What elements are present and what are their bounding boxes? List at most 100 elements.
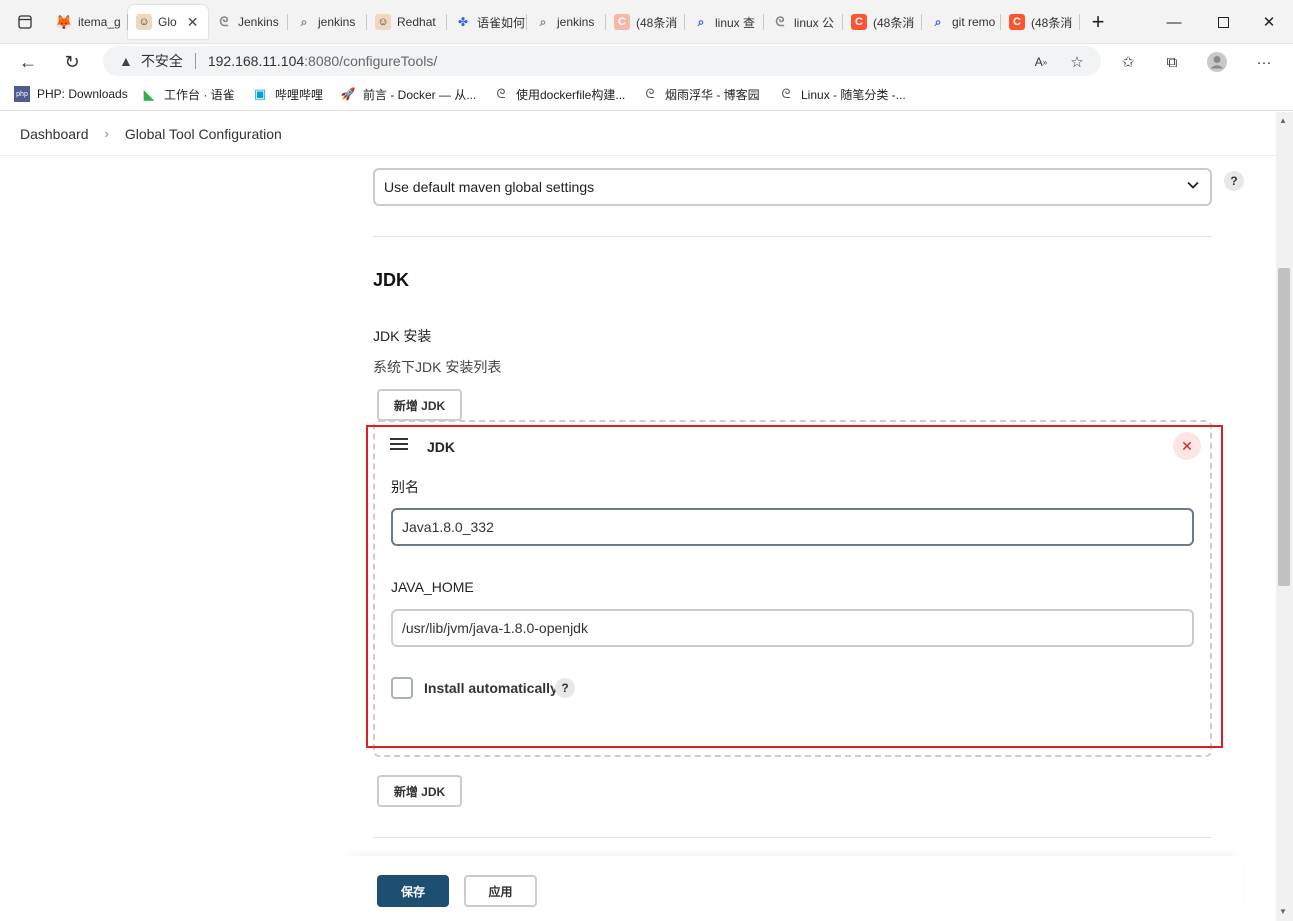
- apply-button[interactable]: 应用: [464, 875, 537, 907]
- close-icon[interactable]: ✕: [1173, 432, 1201, 460]
- bookmark-label: 使用dockerfile构建...: [516, 87, 626, 102]
- back-icon[interactable]: ←: [14, 48, 42, 76]
- address-bar-row: ← ↻ ▲ 不安全 192.168.11.104:8080/configureT…: [0, 44, 1293, 78]
- browser-tab[interactable]: ⌕ jenkins: [288, 5, 367, 39]
- gitlab-icon: 🦊: [55, 13, 73, 30]
- bookmark-item[interactable]: ᘓ Linux - 随笔分类 -...: [778, 84, 906, 104]
- cnblogs-icon: ᘓ: [645, 86, 655, 101]
- read-aloud-icon[interactable]: A»: [1029, 50, 1053, 74]
- bookmark-label: 烟雨浮华 - 博客园: [665, 87, 760, 102]
- bookmark-label: PHP: Downloads: [37, 87, 128, 101]
- drag-handle-icon[interactable]: [390, 438, 408, 452]
- browser-tab[interactable]: C (48条消: [606, 5, 685, 39]
- add-jdk-button[interactable]: 新增 JDK: [377, 389, 462, 421]
- close-window-icon[interactable]: ✕: [1257, 10, 1281, 34]
- jenkins-icon: ☺: [136, 14, 152, 30]
- search-icon: ⌕: [697, 14, 705, 29]
- favorites-icon[interactable]: ✩: [1116, 50, 1140, 74]
- bookmark-label: Linux - 随笔分类 -...: [801, 87, 906, 102]
- address-bar[interactable]: ▲ 不安全 192.168.11.104:8080/configureTools…: [103, 46, 1101, 76]
- bookmark-label: 前言 - Docker — 从...: [363, 87, 477, 102]
- alias-input[interactable]: Java1.8.0_332: [391, 508, 1194, 546]
- tab-label: jenkins: [318, 15, 356, 29]
- paw-icon: ✤: [457, 15, 469, 29]
- profile-icon[interactable]: [1205, 50, 1229, 74]
- tab-actions-icon[interactable]: [13, 10, 37, 34]
- browser-tab[interactable]: ⌕ git remo: [922, 5, 1001, 39]
- tab-label: (48条消: [1031, 15, 1073, 30]
- csdn-icon: C: [851, 14, 867, 30]
- minimize-icon[interactable]: —: [1162, 10, 1186, 34]
- maximize-icon[interactable]: [1211, 10, 1235, 34]
- browser-tab[interactable]: ᘓ Jenkins: [208, 5, 288, 39]
- jenkins-swirl-icon: ᘓ: [219, 14, 229, 29]
- help-icon[interactable]: ?: [555, 678, 575, 698]
- jenkins-swirl-icon: ᘓ: [775, 14, 785, 29]
- browser-tab[interactable]: ⌕ linux 查: [685, 5, 764, 39]
- bookmark-item[interactable]: ᘓ 烟雨浮华 - 博客园: [642, 84, 760, 104]
- csdn-icon: C: [614, 14, 630, 30]
- bookmark-item[interactable]: ▣ 哔哩哔哩: [252, 84, 323, 104]
- scroll-down-icon[interactable]: ▼: [1279, 907, 1287, 916]
- add-jdk-button-bottom[interactable]: 新增 JDK: [377, 775, 462, 807]
- tab-label: linux 公: [794, 15, 835, 30]
- save-button[interactable]: 保存: [377, 875, 449, 907]
- jdk-install-label: JDK 安装: [373, 328, 432, 344]
- more-menu-icon[interactable]: ···: [1252, 50, 1276, 74]
- maven-global-settings-select[interactable]: Use default maven global settings: [373, 168, 1212, 206]
- yuque-icon: ◣: [143, 85, 155, 102]
- browser-tab[interactable]: ⌕ jenkins: [527, 5, 606, 39]
- php-icon: php: [14, 86, 30, 102]
- add-favorite-icon[interactable]: ☆: [1065, 50, 1089, 74]
- browser-tab-active[interactable]: ☺ Glo ✕: [128, 5, 208, 39]
- tab-label: itema_g: [78, 15, 121, 29]
- install-automatically-label[interactable]: Install automatically: [424, 680, 558, 696]
- tab-label: Redhat: [397, 15, 436, 29]
- insecure-label: 不安全: [140, 53, 183, 69]
- divider: [373, 236, 1212, 237]
- tab-label: (48条消: [873, 15, 915, 30]
- install-automatically-checkbox[interactable]: [391, 677, 413, 699]
- browser-tab[interactable]: C (48条消: [843, 5, 922, 39]
- breadcrumb-dashboard[interactable]: Dashboard: [20, 126, 89, 142]
- scrollbar-thumb[interactable]: [1278, 268, 1290, 586]
- search-icon: ⌕: [300, 14, 308, 29]
- bookmark-label: 哔哩哔哩: [275, 87, 324, 102]
- refresh-icon[interactable]: ↻: [58, 48, 86, 76]
- collections-icon[interactable]: ⧉: [1160, 50, 1184, 74]
- browser-tab-strip: 🦊 itema_g ☺ Glo ✕ ᘓ Jenkins ⌕ jenkins ☺ …: [0, 0, 1293, 44]
- browser-tab[interactable]: ✤ 语雀如何: [447, 5, 527, 39]
- scroll-up-icon[interactable]: ▲: [1279, 116, 1287, 125]
- java-home-label: JAVA_HOME: [391, 579, 474, 595]
- new-tab-icon[interactable]: +: [1086, 9, 1110, 34]
- warning-icon: ▲: [119, 53, 133, 69]
- cnblogs-icon: ᘓ: [781, 86, 791, 101]
- bookmark-item[interactable]: php PHP: Downloads: [14, 84, 128, 104]
- page-scrollbar[interactable]: ▲ ▼: [1276, 112, 1293, 921]
- bookmarks-bar: php PHP: Downloads ◣ 工作台 · 语雀 ▣ 哔哩哔哩 🚀 前…: [0, 78, 1293, 111]
- browser-tab[interactable]: C (48条消: [1001, 5, 1080, 39]
- bookmark-label: 工作台 · 语雀: [164, 87, 235, 102]
- select-value: Use default maven global settings: [384, 179, 595, 195]
- tab-label: 语雀如何: [477, 15, 526, 30]
- browser-tab[interactable]: 🦊 itema_g: [48, 5, 128, 39]
- jenkins-page: Use default maven global settings ? JDK …: [0, 112, 1276, 921]
- bookmark-item[interactable]: 🚀 前言 - Docker — 从...: [340, 84, 477, 104]
- bookmark-item[interactable]: ◣ 工作台 · 语雀: [141, 84, 235, 104]
- main-content: Use default maven global settings ? JDK …: [0, 112, 1276, 921]
- jdk-install-description: 系统下JDK 安装列表: [373, 359, 502, 375]
- url-host: 192.168.11.104: [207, 53, 305, 69]
- help-icon[interactable]: ?: [1224, 171, 1244, 191]
- chevron-right-icon: ›: [104, 126, 109, 141]
- cnblogs-icon: ᘓ: [496, 86, 506, 101]
- java-home-input[interactable]: /usr/lib/jvm/java-1.8.0-openjdk: [391, 609, 1194, 647]
- section-title-jdk: JDK: [373, 270, 410, 290]
- browser-tab[interactable]: ᘓ linux 公: [764, 5, 843, 39]
- search-icon: ⌕: [539, 14, 547, 29]
- bookmark-item[interactable]: ᘓ 使用dockerfile构建...: [493, 84, 625, 104]
- search-icon: ⌕: [934, 14, 942, 29]
- bilibili-icon: ▣: [253, 86, 267, 101]
- browser-tab[interactable]: ☺ Redhat: [367, 5, 447, 39]
- breadcrumb-current[interactable]: Global Tool Configuration: [125, 126, 282, 142]
- close-tab-icon[interactable]: ✕: [187, 14, 199, 31]
